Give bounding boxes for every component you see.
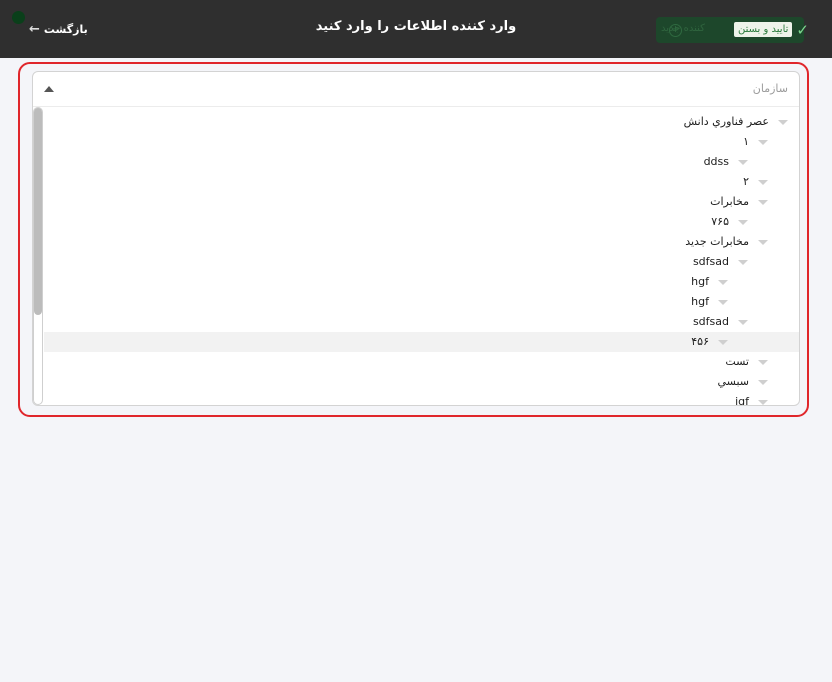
expand-icon[interactable]	[718, 300, 728, 305]
tree-node-label: تست	[725, 355, 749, 368]
tree-node[interactable]: ۲	[44, 172, 799, 192]
tree-node[interactable]: sdfsad	[44, 252, 799, 272]
expand-icon[interactable]	[738, 220, 748, 225]
tree-node[interactable]: مخابرات جدید	[44, 232, 799, 252]
confirm-close-label: تایید و بستن	[734, 22, 793, 37]
tree-node-label: ۴۵۶	[691, 335, 709, 348]
tree-node-label: sdfsad	[692, 255, 729, 268]
scrollbar-thumb[interactable]	[34, 108, 42, 315]
new-provider-label: کننده جدید	[661, 23, 705, 34]
scrollbar[interactable]	[33, 107, 43, 405]
tree-node-label: مخابرات	[710, 195, 749, 208]
expand-icon[interactable]	[718, 280, 728, 285]
tree-node-label: ddss	[703, 155, 729, 168]
expand-icon[interactable]	[738, 320, 748, 325]
expand-icon[interactable]	[738, 260, 748, 265]
tree-node-label: hgf	[691, 295, 709, 308]
tree-node[interactable]: تست	[44, 352, 799, 372]
tree-node[interactable]: hgf	[44, 292, 799, 312]
tree-node[interactable]: مخابرات	[44, 192, 799, 212]
tree-node-label: مخابرات جدید	[685, 235, 749, 248]
tree-node[interactable]: ۱	[44, 132, 799, 152]
expand-icon[interactable]	[758, 200, 768, 205]
confirm-close-button[interactable]: تایید و بستن ✓	[734, 22, 809, 37]
organization-placeholder: سازمان	[752, 82, 788, 95]
tree-node-label: hgf	[691, 275, 709, 288]
tree-node-label: jgf	[735, 395, 749, 406]
tree-node[interactable]: jgf	[44, 392, 799, 406]
top-bar: ← بازگشت وارد کننده اطلاعات را وارد کنید…	[0, 0, 832, 58]
tree-node-label: ۷۶۵	[711, 215, 729, 228]
organization-select[interactable]: سازمان	[33, 72, 799, 107]
plus-icon: +	[669, 24, 682, 37]
tree-node-label: sdfsad	[692, 315, 729, 328]
expand-icon[interactable]	[758, 240, 768, 245]
tree-node[interactable]: hgf	[44, 272, 799, 292]
tree-node[interactable]: ۷۶۵	[44, 212, 799, 232]
caret-up-icon[interactable]	[44, 86, 54, 92]
tree-node-label: ۲	[743, 175, 749, 188]
expand-icon[interactable]	[758, 380, 768, 385]
expand-icon[interactable]	[738, 160, 748, 165]
tree-node[interactable]: ddss	[44, 152, 799, 172]
tree-node-label: عصر فناوري دانش	[683, 115, 769, 128]
tree-node[interactable]: سبسي	[44, 372, 799, 392]
tree-node[interactable]: sdfsad	[44, 312, 799, 332]
tree-node-label: سبسي	[717, 375, 749, 388]
expand-icon[interactable]	[718, 340, 728, 345]
tree-node[interactable]: عصر فناوري دانش	[44, 112, 799, 132]
expand-icon[interactable]	[778, 120, 788, 125]
expand-icon[interactable]	[758, 140, 768, 145]
expand-icon[interactable]	[758, 180, 768, 185]
check-icon: ✓	[796, 20, 809, 39]
expand-icon[interactable]	[758, 360, 768, 365]
organization-dropdown: سازمان عصر فناوري دانش ۱ ddss ۲ مخابرات …	[32, 71, 800, 406]
organization-tree: عصر فناوري دانش ۱ ddss ۲ مخابرات ۷۶۵ مخا…	[44, 112, 799, 406]
tree-node-label: ۱	[743, 135, 749, 148]
tree-node[interactable]: ۴۵۶	[44, 332, 799, 352]
expand-icon[interactable]	[758, 400, 768, 405]
